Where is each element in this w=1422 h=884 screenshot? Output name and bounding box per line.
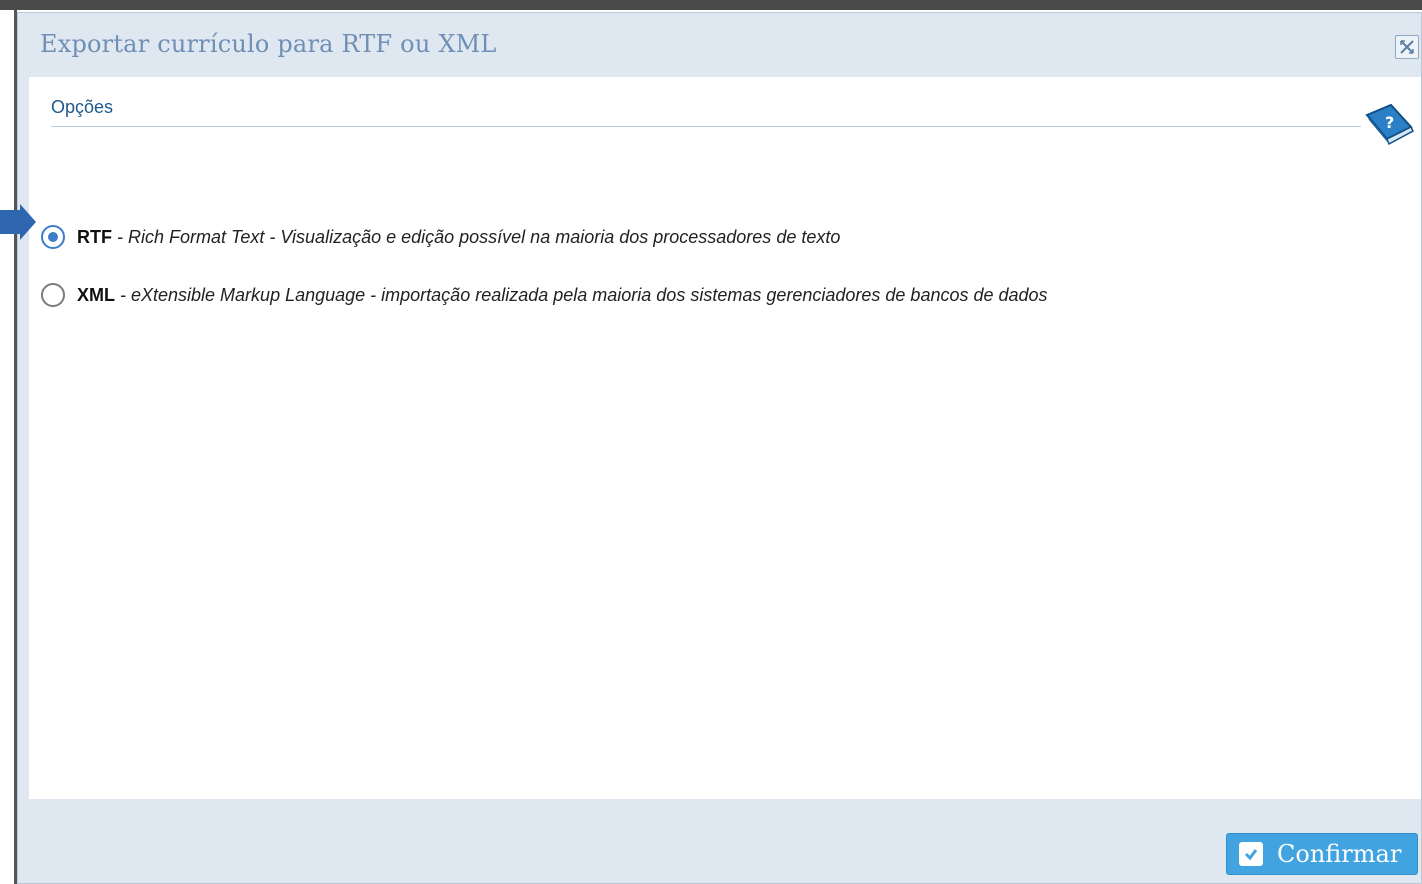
confirm-label: Confirmar xyxy=(1277,840,1402,868)
radio-rtf[interactable] xyxy=(41,225,65,249)
option-xml[interactable]: XML - eXtensible Markup Language - impor… xyxy=(41,280,1048,310)
dialog-titlebar: Exportar currículo para RTF ou XML xyxy=(18,13,1421,77)
radio-xml[interactable] xyxy=(41,283,65,307)
section-divider xyxy=(51,126,1361,127)
options-section-title: Opções xyxy=(51,97,114,117)
arrow-pointer-icon xyxy=(0,204,36,240)
svg-text:?: ? xyxy=(1385,113,1394,132)
option-rtf-code: RTF xyxy=(77,226,112,247)
dialog-footer: Confirmar xyxy=(18,799,1421,883)
option-rtf-description: - Rich Format Text - Visualização e ediç… xyxy=(112,226,841,247)
check-icon xyxy=(1239,842,1263,866)
option-xml-code: XML xyxy=(77,284,115,305)
export-dialog: Exportar currículo para RTF ou XML Opçõe… xyxy=(17,12,1422,884)
close-icon xyxy=(1400,40,1414,54)
help-book-icon[interactable]: ? xyxy=(1361,101,1415,149)
option-xml-description: - eXtensible Markup Language - importaçã… xyxy=(115,284,1048,305)
option-rtf[interactable]: RTF - Rich Format Text - Visualização e … xyxy=(41,222,840,252)
close-button[interactable] xyxy=(1395,35,1419,59)
page: Exportar currículo para RTF ou XML Opçõe… xyxy=(0,0,1422,884)
backdrop-top-bar xyxy=(0,0,1422,10)
confirm-button[interactable]: Confirmar xyxy=(1226,833,1418,875)
dialog-title: Exportar currículo para RTF ou XML xyxy=(40,30,497,58)
dialog-content: Opções ? RTF - Rich Format Text - Visual… xyxy=(29,77,1421,799)
